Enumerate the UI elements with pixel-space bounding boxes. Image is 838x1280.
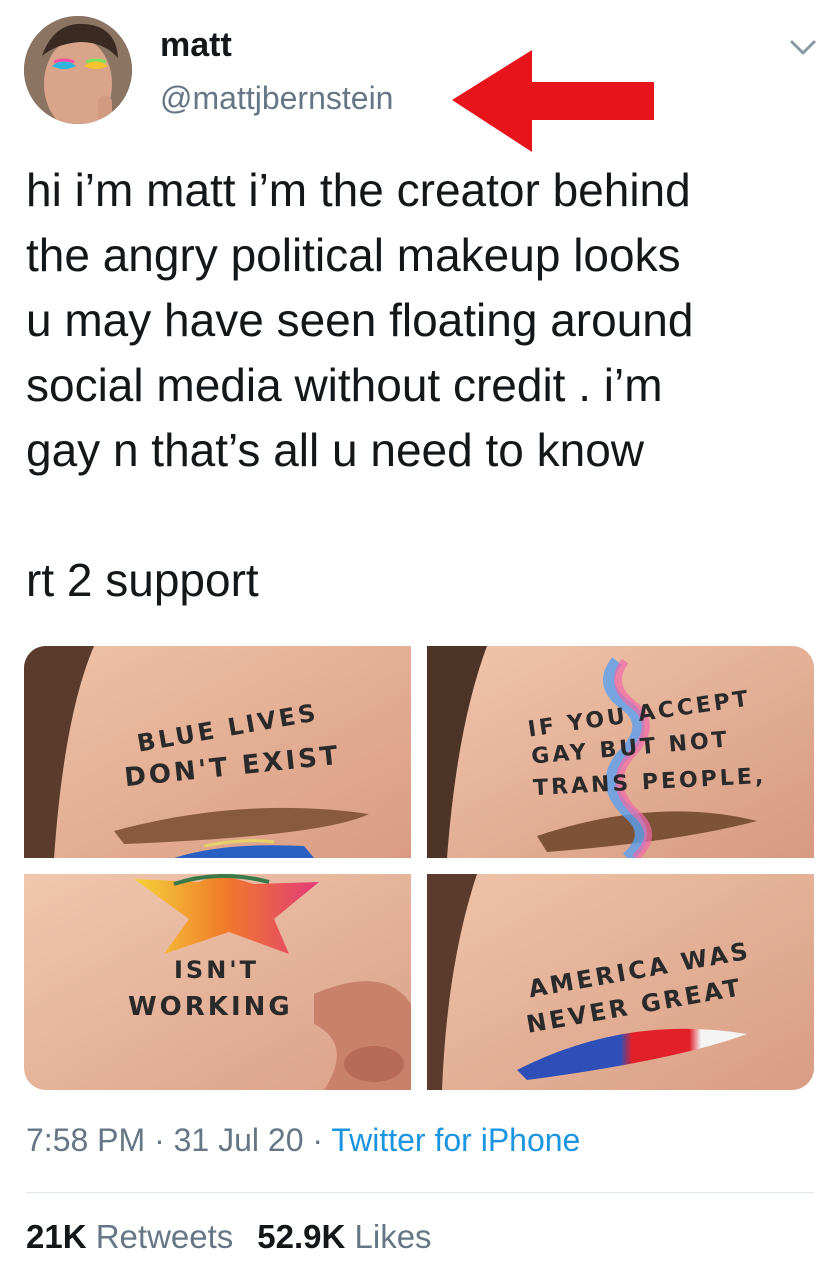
divider bbox=[26, 1192, 814, 1193]
tweet-text-line: social media without credit . i’m bbox=[26, 359, 663, 411]
makeup-text-3a: ISN'T bbox=[174, 956, 260, 984]
likes-count: 52.9K bbox=[257, 1218, 346, 1255]
author-name[interactable]: matt bbox=[160, 26, 232, 65]
tweet-text-line: the angry political makeup looks bbox=[26, 229, 681, 281]
tweet-source-link[interactable]: Twitter for iPhone bbox=[331, 1122, 580, 1158]
tweet-date: 31 Jul 20 bbox=[173, 1122, 304, 1158]
media-photo-3[interactable]: ISN'T WORKING bbox=[24, 874, 411, 1090]
makeup-text-3b: WORKING bbox=[128, 992, 293, 1022]
avatar[interactable] bbox=[24, 16, 132, 124]
media-grid[interactable]: BLUE LIVES DON'T EXIST IF YOU ACCEPT GAY… bbox=[24, 646, 814, 1090]
tweet-text-line: u may have seen floating around bbox=[26, 294, 694, 346]
media-photo-4[interactable]: AMERICA WAS NEVER GREAT bbox=[427, 874, 814, 1090]
retweets-stat[interactable]: 21K Retweets bbox=[26, 1218, 233, 1255]
red-arrow-annotation bbox=[452, 50, 654, 152]
likes-label: Likes bbox=[354, 1218, 432, 1255]
separator: · bbox=[312, 1122, 324, 1158]
chevron-down-icon[interactable] bbox=[786, 32, 820, 62]
tweet-text-line: rt 2 support bbox=[26, 554, 259, 606]
tweet-text-line: hi i’m matt i’m the creator behind bbox=[26, 164, 691, 216]
tweet-metadata: 7:58 PM · 31 Jul 20 · Twitter for iPhone bbox=[26, 1122, 580, 1159]
retweets-label: Retweets bbox=[95, 1218, 234, 1255]
likes-stat[interactable]: 52.9K Likes bbox=[257, 1218, 431, 1255]
retweets-count: 21K bbox=[26, 1218, 87, 1255]
tweet-stats: 21K Retweets 52.9K Likes bbox=[26, 1218, 432, 1256]
media-photo-1[interactable]: BLUE LIVES DON'T EXIST bbox=[24, 646, 411, 858]
author-handle[interactable]: @mattjbernstein bbox=[160, 80, 393, 117]
media-photo-2[interactable]: IF YOU ACCEPT GAY BUT NOT TRANS PEOPLE, bbox=[427, 646, 814, 858]
separator: · bbox=[154, 1122, 165, 1158]
tweet-text: hi i’m matt i’m the creator behind the a… bbox=[26, 158, 816, 613]
tweet-text-line: gay n that’s all u need to know bbox=[26, 424, 645, 476]
tweet-time: 7:58 PM bbox=[26, 1122, 146, 1158]
